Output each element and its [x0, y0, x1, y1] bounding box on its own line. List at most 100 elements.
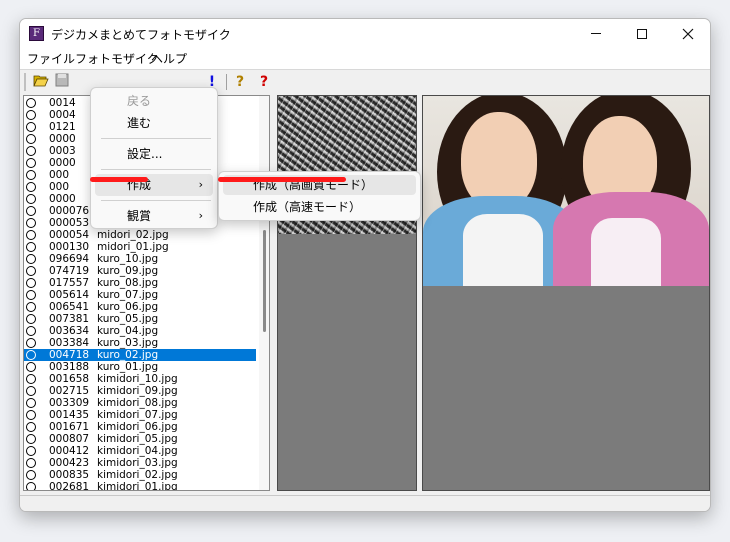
window-title: デジカメまとめてフォトモザイク: [51, 28, 231, 42]
list-item[interactable]: 000412 kimidori_04.jpg: [24, 445, 256, 457]
list-item[interactable]: 003634 kuro_04.jpg: [24, 325, 256, 337]
radio-icon[interactable]: [26, 410, 36, 420]
minimize-button[interactable]: [573, 19, 619, 49]
radio-icon[interactable]: [26, 458, 36, 468]
radio-icon[interactable]: [26, 422, 36, 432]
list-item[interactable]: 003188 kuro_01.jpg: [24, 361, 256, 373]
list-item[interactable]: 001671 kimidori_06.jpg: [24, 421, 256, 433]
radio-icon[interactable]: [26, 158, 36, 168]
list-item[interactable]: 002681 kimidori_01.jpg: [24, 481, 256, 490]
list-item[interactable]: 002715 kimidori_09.jpg: [24, 385, 256, 397]
menu-item-forward[interactable]: 進む: [95, 112, 213, 134]
help-button[interactable]: ?: [232, 73, 248, 91]
tile-count: 005614: [49, 289, 90, 301]
list-item[interactable]: 000807 kimidori_05.jpg: [24, 433, 256, 445]
title-bar[interactable]: F デジカメまとめてフォトモザイク: [20, 19, 710, 49]
tile-count: 006541: [49, 301, 90, 313]
menu-file[interactable]: ファイル: [27, 51, 75, 67]
file-name: kimidori_09.jpg: [97, 385, 178, 397]
radio-icon[interactable]: [26, 266, 36, 276]
radio-icon[interactable]: [26, 254, 36, 264]
scrollbar-thumb[interactable]: [263, 230, 266, 332]
radio-icon[interactable]: [26, 170, 36, 180]
radio-icon[interactable]: [26, 350, 36, 360]
menu-item-view[interactable]: 観賞 ›: [95, 205, 213, 227]
radio-icon[interactable]: [26, 446, 36, 456]
list-item[interactable]: 000423 kimidori_03.jpg: [24, 457, 256, 469]
menu-item-settings[interactable]: 設定...: [95, 143, 213, 165]
radio-icon[interactable]: [26, 302, 36, 312]
radio-icon[interactable]: [26, 338, 36, 348]
file-name: kuro_10.jpg: [97, 253, 159, 265]
toolbar-grip: [24, 73, 26, 91]
open-folder-button[interactable]: [32, 73, 50, 91]
mosaic-preview-panel: [277, 95, 417, 491]
radio-icon[interactable]: [26, 182, 36, 192]
radio-icon[interactable]: [26, 374, 36, 384]
radio-icon[interactable]: [26, 386, 36, 396]
list-item[interactable]: 074719 kuro_09.jpg: [24, 265, 256, 277]
radio-icon[interactable]: [26, 290, 36, 300]
tile-count: 017557: [49, 277, 90, 289]
menu-photomosaic[interactable]: フォトモザイク: [75, 51, 159, 67]
radio-icon[interactable]: [26, 194, 36, 204]
file-name: kuro_01.jpg: [97, 361, 159, 373]
radio-icon[interactable]: [26, 206, 36, 216]
tile-count: 0121: [49, 121, 76, 133]
tile-count: 0000: [49, 157, 76, 169]
radio-icon[interactable]: [26, 470, 36, 480]
menu-item-back[interactable]: 戻る: [95, 90, 213, 112]
radio-icon[interactable]: [26, 314, 36, 324]
radio-icon[interactable]: [26, 278, 36, 288]
menu-help[interactable]: ヘルプ: [151, 51, 187, 67]
list-item[interactable]: 001435 kimidori_07.jpg: [24, 409, 256, 421]
list-item[interactable]: 005614 kuro_07.jpg: [24, 289, 256, 301]
list-item[interactable]: 017557 kuro_08.jpg: [24, 277, 256, 289]
file-name: kuro_05.jpg: [97, 313, 159, 325]
menu-item-view-label: 観賞: [127, 209, 152, 223]
radio-icon[interactable]: [26, 242, 36, 252]
close-button[interactable]: [665, 19, 710, 49]
list-item[interactable]: 006541 kuro_06.jpg: [24, 301, 256, 313]
tile-count: 000053: [49, 217, 90, 229]
list-item[interactable]: 004718 kuro_02.jpg: [24, 349, 256, 361]
radio-icon[interactable]: [26, 134, 36, 144]
tile-count: 001671: [49, 421, 90, 433]
file-name: kuro_06.jpg: [97, 301, 159, 313]
menu-item-create-fast[interactable]: 作成（高速モード）: [223, 197, 416, 217]
radio-icon[interactable]: [26, 326, 36, 336]
list-scrollbar[interactable]: [259, 96, 269, 490]
list-item[interactable]: 007381 kuro_05.jpg: [24, 313, 256, 325]
list-item[interactable]: 000130 midori_01.jpg: [24, 241, 256, 253]
radio-icon[interactable]: [26, 482, 36, 490]
tile-count: 003188: [49, 361, 90, 373]
list-item[interactable]: 000054 midori_02.jpg: [24, 229, 256, 241]
radio-icon[interactable]: [26, 146, 36, 156]
tile-count: 0004: [49, 109, 76, 121]
radio-icon[interactable]: [26, 218, 36, 228]
chevron-right-icon: ›: [198, 209, 203, 222]
radio-icon[interactable]: [26, 398, 36, 408]
radio-icon[interactable]: [26, 110, 36, 120]
file-name: kuro_04.jpg: [97, 325, 159, 337]
highlight-underline-high-quality: [218, 177, 346, 182]
close-icon: [682, 28, 694, 39]
disk-icon: [55, 73, 69, 87]
radio-icon[interactable]: [26, 122, 36, 132]
list-item[interactable]: 003384 kuro_03.jpg: [24, 337, 256, 349]
radio-icon[interactable]: [26, 362, 36, 372]
radio-icon[interactable]: [26, 230, 36, 240]
maximize-button[interactable]: [619, 19, 665, 49]
save-button[interactable]: [54, 73, 70, 91]
file-name: kimidori_07.jpg: [97, 409, 178, 421]
context-help-button[interactable]: ?: [256, 73, 272, 91]
radio-icon[interactable]: [26, 434, 36, 444]
list-item[interactable]: 000835 kimidori_02.jpg: [24, 469, 256, 481]
menu-separator: [101, 138, 211, 139]
list-item[interactable]: 003309 kimidori_08.jpg: [24, 397, 256, 409]
highlight-underline-create: [90, 177, 148, 182]
list-item[interactable]: 096694 kuro_10.jpg: [24, 253, 256, 265]
radio-icon[interactable]: [26, 98, 36, 108]
file-name: kimidori_03.jpg: [97, 457, 178, 469]
list-item[interactable]: 001658 kimidori_10.jpg: [24, 373, 256, 385]
